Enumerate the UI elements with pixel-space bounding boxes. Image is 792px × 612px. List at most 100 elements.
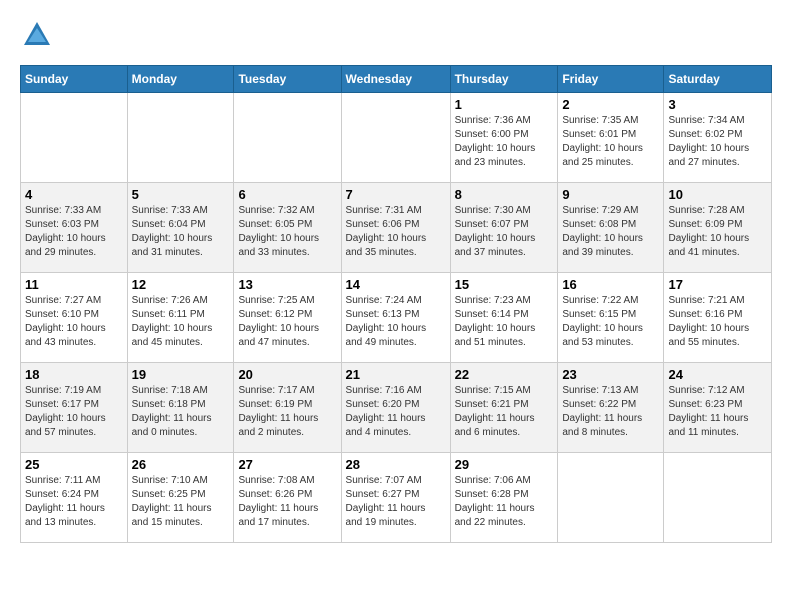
day-number: 9 xyxy=(562,187,659,202)
calendar-cell: 14 Sunrise: 7:24 AM Sunset: 6:13 PM Dayli… xyxy=(341,273,450,363)
calendar-cell: 3 Sunrise: 7:34 AM Sunset: 6:02 PM Daylig… xyxy=(664,93,772,183)
calendar-cell xyxy=(664,453,772,543)
day-number: 10 xyxy=(668,187,767,202)
calendar-cell: 21 Sunrise: 7:16 AM Sunset: 6:20 PM Dayli… xyxy=(341,363,450,453)
calendar-cell: 11 Sunrise: 7:27 AM Sunset: 6:10 PM Dayli… xyxy=(21,273,128,363)
day-of-week-header: Sunday xyxy=(21,66,128,93)
day-info: Sunrise: 7:33 AM Sunset: 6:04 PM Dayligh… xyxy=(132,204,230,260)
day-info: Sunrise: 7:07 AM Sunset: 6:27 PM Dayligh… xyxy=(346,474,446,530)
day-info: Sunrise: 7:34 AM Sunset: 6:02 PM Dayligh… xyxy=(668,114,767,170)
day-number: 28 xyxy=(346,457,446,472)
day-info: Sunrise: 7:25 AM Sunset: 6:12 PM Dayligh… xyxy=(238,294,336,350)
calendar-cell xyxy=(127,93,234,183)
calendar-cell: 9 Sunrise: 7:29 AM Sunset: 6:08 PM Daylig… xyxy=(558,183,664,273)
calendar-cell: 16 Sunrise: 7:22 AM Sunset: 6:15 PM Dayli… xyxy=(558,273,664,363)
calendar-week-row: 25 Sunrise: 7:11 AM Sunset: 6:24 PM Dayli… xyxy=(21,453,772,543)
day-number: 15 xyxy=(455,277,554,292)
day-info: Sunrise: 7:08 AM Sunset: 6:26 PM Dayligh… xyxy=(238,474,336,530)
day-of-week-header: Monday xyxy=(127,66,234,93)
day-number: 22 xyxy=(455,367,554,382)
day-number: 11 xyxy=(25,277,123,292)
calendar-cell: 1Sunrise: 7:36 AM Sunset: 6:00 PM Daylig… xyxy=(450,93,558,183)
calendar-cell: 24 Sunrise: 7:12 AM Sunset: 6:23 PM Dayli… xyxy=(664,363,772,453)
day-info: Sunrise: 7:12 AM Sunset: 6:23 PM Dayligh… xyxy=(668,384,767,440)
day-number: 14 xyxy=(346,277,446,292)
calendar-cell: 10 Sunrise: 7:28 AM Sunset: 6:09 PM Dayli… xyxy=(664,183,772,273)
day-number: 17 xyxy=(668,277,767,292)
day-info: Sunrise: 7:26 AM Sunset: 6:11 PM Dayligh… xyxy=(132,294,230,350)
day-number: 19 xyxy=(132,367,230,382)
day-info: Sunrise: 7:22 AM Sunset: 6:15 PM Dayligh… xyxy=(562,294,659,350)
calendar-week-row: 11 Sunrise: 7:27 AM Sunset: 6:10 PM Dayli… xyxy=(21,273,772,363)
day-number: 26 xyxy=(132,457,230,472)
day-info: Sunrise: 7:29 AM Sunset: 6:08 PM Dayligh… xyxy=(562,204,659,260)
day-number: 29 xyxy=(455,457,554,472)
calendar-cell: 7Sunrise: 7:31 AM Sunset: 6:06 PM Daylig… xyxy=(341,183,450,273)
day-info: Sunrise: 7:33 AM Sunset: 6:03 PM Dayligh… xyxy=(25,204,123,260)
day-info: Sunrise: 7:27 AM Sunset: 6:10 PM Dayligh… xyxy=(25,294,123,350)
day-info: Sunrise: 7:11 AM Sunset: 6:24 PM Dayligh… xyxy=(25,474,123,530)
calendar-cell: 22 Sunrise: 7:15 AM Sunset: 6:21 PM Dayli… xyxy=(450,363,558,453)
day-number: 13 xyxy=(238,277,336,292)
day-number: 3 xyxy=(668,97,767,112)
day-of-week-header: Wednesday xyxy=(341,66,450,93)
day-info: Sunrise: 7:35 AM Sunset: 6:01 PM Dayligh… xyxy=(562,114,659,170)
logo-icon xyxy=(22,20,52,50)
calendar-cell: 23Sunrise: 7:13 AM Sunset: 6:22 PM Dayli… xyxy=(558,363,664,453)
day-info: Sunrise: 7:15 AM Sunset: 6:21 PM Dayligh… xyxy=(455,384,554,440)
calendar-cell: 19 Sunrise: 7:18 AM Sunset: 6:18 PM Dayli… xyxy=(127,363,234,453)
calendar-table: SundayMondayTuesdayWednesdayThursdayFrid… xyxy=(20,65,772,543)
day-info: Sunrise: 7:28 AM Sunset: 6:09 PM Dayligh… xyxy=(668,204,767,260)
calendar-cell: 28 Sunrise: 7:07 AM Sunset: 6:27 PM Dayli… xyxy=(341,453,450,543)
calendar-cell xyxy=(21,93,128,183)
day-number: 2 xyxy=(562,97,659,112)
calendar-cell: 15 Sunrise: 7:23 AM Sunset: 6:14 PM Dayli… xyxy=(450,273,558,363)
calendar-cell xyxy=(234,93,341,183)
calendar-cell: 29 Sunrise: 7:06 AM Sunset: 6:28 PM Dayli… xyxy=(450,453,558,543)
calendar-cell xyxy=(558,453,664,543)
day-number: 20 xyxy=(238,367,336,382)
day-number: 27 xyxy=(238,457,336,472)
day-number: 6 xyxy=(238,187,336,202)
day-info: Sunrise: 7:21 AM Sunset: 6:16 PM Dayligh… xyxy=(668,294,767,350)
day-info: Sunrise: 7:10 AM Sunset: 6:25 PM Dayligh… xyxy=(132,474,230,530)
day-number: 25 xyxy=(25,457,123,472)
day-info: Sunrise: 7:23 AM Sunset: 6:14 PM Dayligh… xyxy=(455,294,554,350)
day-info: Sunrise: 7:24 AM Sunset: 6:13 PM Dayligh… xyxy=(346,294,446,350)
day-info: Sunrise: 7:32 AM Sunset: 6:05 PM Dayligh… xyxy=(238,204,336,260)
day-number: 1 xyxy=(455,97,554,112)
day-info: Sunrise: 7:06 AM Sunset: 6:28 PM Dayligh… xyxy=(455,474,554,530)
day-of-week-header: Friday xyxy=(558,66,664,93)
calendar-cell: 4Sunrise: 7:33 AM Sunset: 6:03 PM Daylig… xyxy=(21,183,128,273)
calendar-cell: 8Sunrise: 7:30 AM Sunset: 6:07 PM Daylig… xyxy=(450,183,558,273)
calendar-cell: 13 Sunrise: 7:25 AM Sunset: 6:12 PM Dayli… xyxy=(234,273,341,363)
day-number: 12 xyxy=(132,277,230,292)
logo xyxy=(20,20,52,55)
day-number: 24 xyxy=(668,367,767,382)
day-info: Sunrise: 7:18 AM Sunset: 6:18 PM Dayligh… xyxy=(132,384,230,440)
calendar-cell: 26 Sunrise: 7:10 AM Sunset: 6:25 PM Dayli… xyxy=(127,453,234,543)
day-number: 21 xyxy=(346,367,446,382)
calendar-week-row: 1Sunrise: 7:36 AM Sunset: 6:00 PM Daylig… xyxy=(21,93,772,183)
calendar-cell: 12 Sunrise: 7:26 AM Sunset: 6:11 PM Dayli… xyxy=(127,273,234,363)
calendar-cell: 25 Sunrise: 7:11 AM Sunset: 6:24 PM Dayli… xyxy=(21,453,128,543)
calendar-cell: 6 Sunrise: 7:32 AM Sunset: 6:05 PM Daylig… xyxy=(234,183,341,273)
day-of-week-header: Tuesday xyxy=(234,66,341,93)
day-number: 7 xyxy=(346,187,446,202)
page-header xyxy=(20,20,772,55)
day-number: 18 xyxy=(25,367,123,382)
calendar-week-row: 4Sunrise: 7:33 AM Sunset: 6:03 PM Daylig… xyxy=(21,183,772,273)
calendar-cell: 2 Sunrise: 7:35 AM Sunset: 6:01 PM Daylig… xyxy=(558,93,664,183)
day-info: Sunrise: 7:17 AM Sunset: 6:19 PM Dayligh… xyxy=(238,384,336,440)
day-of-week-header: Saturday xyxy=(664,66,772,93)
calendar-cell: 20 Sunrise: 7:17 AM Sunset: 6:19 PM Dayli… xyxy=(234,363,341,453)
calendar-cell: 17 Sunrise: 7:21 AM Sunset: 6:16 PM Dayli… xyxy=(664,273,772,363)
calendar-header-row: SundayMondayTuesdayWednesdayThursdayFrid… xyxy=(21,66,772,93)
calendar-cell: 18 Sunrise: 7:19 AM Sunset: 6:17 PM Dayli… xyxy=(21,363,128,453)
day-of-week-header: Thursday xyxy=(450,66,558,93)
day-info: Sunrise: 7:13 AM Sunset: 6:22 PM Dayligh… xyxy=(562,384,659,440)
day-info: Sunrise: 7:16 AM Sunset: 6:20 PM Dayligh… xyxy=(346,384,446,440)
day-info: Sunrise: 7:19 AM Sunset: 6:17 PM Dayligh… xyxy=(25,384,123,440)
calendar-week-row: 18 Sunrise: 7:19 AM Sunset: 6:17 PM Dayli… xyxy=(21,363,772,453)
day-number: 16 xyxy=(562,277,659,292)
